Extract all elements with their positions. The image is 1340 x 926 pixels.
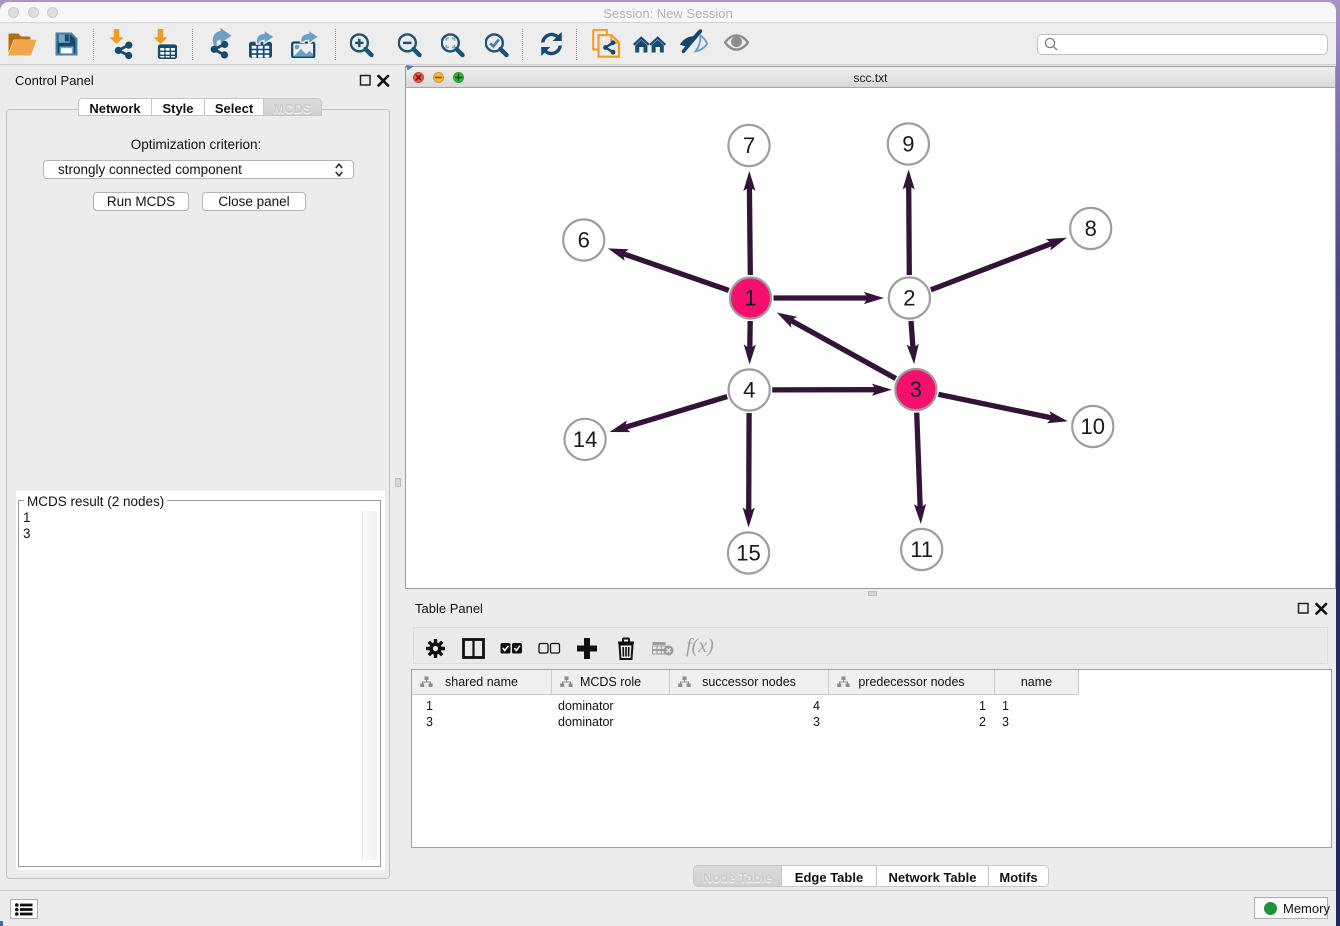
svg-text:8: 8 [1085,216,1097,241]
svg-text:14: 14 [573,427,597,452]
svg-text:3: 3 [910,377,922,402]
svg-text:6: 6 [578,228,590,253]
svg-text:9: 9 [902,132,914,157]
svg-text:15: 15 [736,541,760,566]
svg-text:10: 10 [1081,414,1105,439]
svg-text:4: 4 [743,378,755,403]
svg-text:1: 1 [744,286,756,311]
svg-text:11: 11 [910,537,933,562]
svg-text:7: 7 [743,133,755,158]
svg-text:2: 2 [903,286,915,311]
